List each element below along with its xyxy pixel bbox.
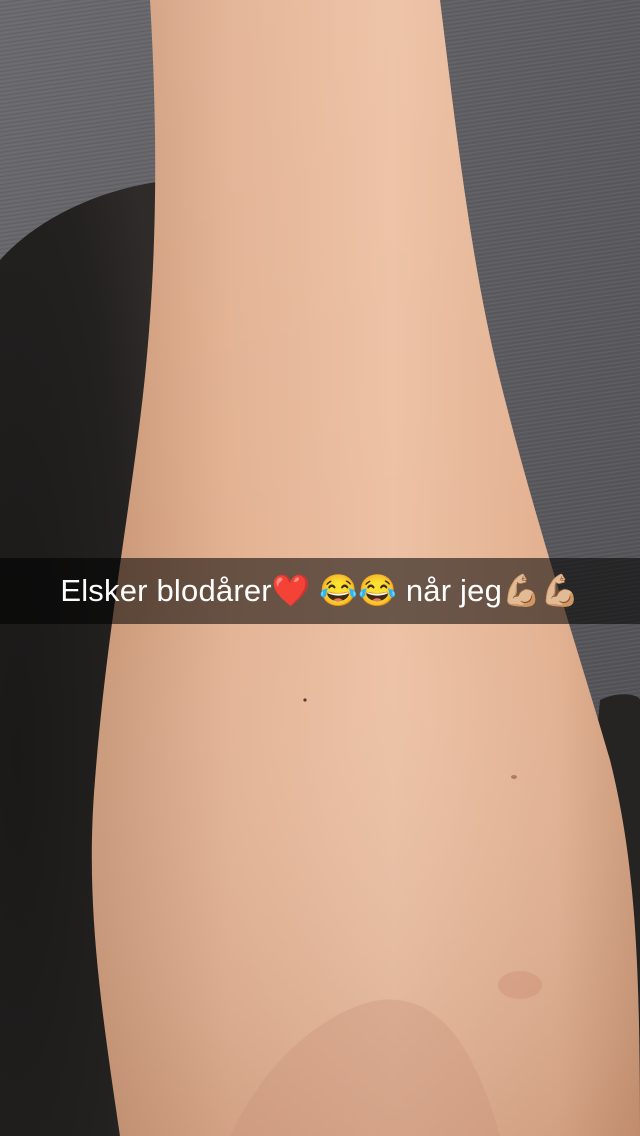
caption-bar: Elsker blodårer❤️ 😂😂 når jeg💪🏼💪🏼: [0, 558, 640, 624]
snap-photo: Elsker blodårer❤️ 😂😂 når jeg💪🏼💪🏼: [0, 0, 640, 1136]
caption-text: Elsker blodårer❤️ 😂😂 når jeg💪🏼💪🏼: [60, 573, 580, 608]
